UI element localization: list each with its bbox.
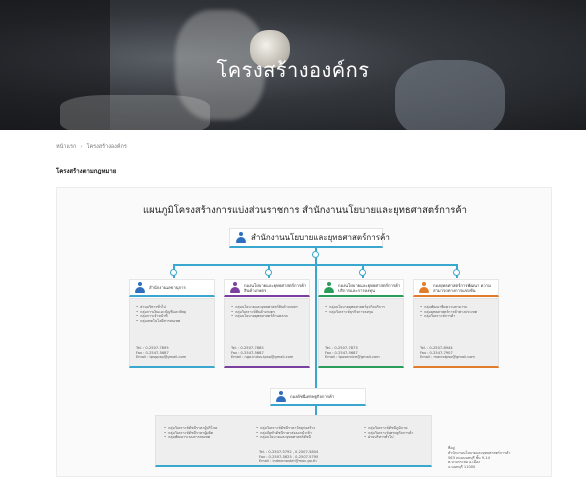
org-unit-list: กลุ่มวิเคราะห์ดัชนีราคาวัสดุก่อสร้าง กลุ… xyxy=(256,426,315,440)
person-icon xyxy=(419,282,429,293)
connector-node xyxy=(312,251,319,258)
breadcrumb-separator: › xyxy=(80,144,83,150)
org-unit-contact: Tel. : 0-2507-5792 , 0-2507-5804 Fax : 0… xyxy=(259,450,318,464)
org-unit-item: กลุ่มนโยบายและยุทธศาสตร์สินค้าเกษตร xyxy=(231,305,309,310)
org-unit-item: กลุ่มเทคโนโลยีสารสนเทศ xyxy=(136,319,214,324)
org-unit-contact: Tel. : 0-2507-7873 Fax : 0-2547-5687 Ema… xyxy=(325,346,380,360)
connector-line xyxy=(173,264,457,266)
email-text: Email : ngo.indus.tpso@gmail.com xyxy=(231,355,294,360)
address-line: จ.นนทบุรี 11000 xyxy=(448,465,476,470)
hero-banner: โครงสร้างองค์กร xyxy=(0,0,586,130)
org-root-label: สำนักงานนโยบายและยุทธศาสตร์การค้า xyxy=(251,233,390,242)
breadcrumb-home-link[interactable]: หน้าแรก xyxy=(56,144,76,150)
org-chart-title: แผนภูมิโครงสร้างการแบ่งส่วนราชการ สำนักง… xyxy=(142,205,468,216)
org-unit-header: กองนโยบายและยุทธศาสตร์การค้า สินค้าเกษตร xyxy=(224,279,310,297)
org-unit-box: กลุ่มวิเคราะห์ดัชนีราคาผู้บริโภค กลุ่มวิ… xyxy=(155,415,432,467)
email-text: Email : tposervice@gmail.com xyxy=(325,355,380,360)
breadcrumb: หน้าแรก › โครงสร้างองค์กร xyxy=(56,143,127,151)
org-unit-item: กลุ่มพัฒนาระบบสารสนเทศ xyxy=(164,435,217,440)
org-unit-name: กองนโยบายและยุทธศาสตร์การค้า สินค้าเกษตร xyxy=(244,282,307,293)
breadcrumb-current: โครงสร้างองค์กร xyxy=(86,144,127,150)
org-unit-name: กองนโยบายและยุทธศาสตร์การค้า บริการและกา… xyxy=(338,282,401,293)
person-icon xyxy=(324,282,334,293)
org-unit-header: กองนโยบายและยุทธศาสตร์การค้า บริการและกา… xyxy=(318,279,404,297)
org-unit-name: สำนักงานเลขานุการ xyxy=(149,285,186,290)
org-chart: แผนภูมิโครงสร้างการแบ่งส่วนราชการ สำนักง… xyxy=(56,187,552,477)
address-note: ที่อยู่ สำนักงานนโยบายและยุทธศาสตร์การค้… xyxy=(448,446,510,470)
org-unit-item: กลุ่มวิเคราะห์ดัชนีภูมิภาค xyxy=(364,426,413,431)
org-unit-box: ส่วนบริหารทั่วไป กลุ่มการเงินและบัญชีและ… xyxy=(129,298,215,368)
connector-node xyxy=(170,269,177,276)
org-unit-header: กองดัชนีเศรษฐกิจการค้า xyxy=(270,388,366,406)
org-unit-header: สำนักงานเลขานุการ xyxy=(129,279,215,297)
address-line: สำนักงานนโยบายและยุทธศาสตร์การค้า xyxy=(448,450,511,455)
person-icon xyxy=(236,232,246,243)
connector-node xyxy=(265,269,272,276)
connector-node xyxy=(359,269,366,276)
email-text: Email : macrotpso@gmail.com xyxy=(420,355,475,360)
org-unit-contact: Tel. : 0-2507-7885 Fax : 0-2547-5687 Ema… xyxy=(231,346,293,360)
section-title: โครงสร้างตามกฎหมาย xyxy=(56,168,117,175)
org-unit-item: กลุ่มวิเคราะห์การค้า xyxy=(420,314,498,319)
org-root-box: สำนักงานนโยบายและยุทธศาสตร์การค้า xyxy=(229,228,390,248)
org-unit-list: กลุ่มวิเคราะห์ดัชนีภูมิภาค กลุ่มวิเคราะห… xyxy=(364,426,413,440)
person-icon xyxy=(135,282,145,293)
org-unit-contact: Tel. : 0-2507-8944 Fax : 0-2547-7907 Ema… xyxy=(420,346,475,360)
org-unit-header: กองยุทธศาสตร์การพัฒนา ความสามารถทางการแข… xyxy=(413,279,499,297)
org-unit-item: กลุ่มวิเคราะห์ดัชนีราคาผู้บริโภค xyxy=(164,426,217,431)
email-text: Email : tpsppsp@gmail.com xyxy=(136,355,187,360)
page-title: โครงสร้างองค์กร xyxy=(216,60,370,82)
connector-node xyxy=(453,269,460,276)
email-text: Email : indexmaster@moc.go.th xyxy=(259,459,317,464)
org-unit-box: กลุ่มพัฒนาขีดความสามารถ กลุ่มยุทธศาสตร์ก… xyxy=(413,298,499,368)
org-unit-item: กลุ่มนโยบายและยุทธศาสตร์ดัชนี xyxy=(256,435,315,440)
hero-figure xyxy=(60,95,210,130)
person-icon xyxy=(276,391,286,402)
person-icon xyxy=(230,282,240,293)
org-unit-item: ฝ่ายบริหารทั่วไป xyxy=(364,435,413,440)
org-unit-item: กลุ่มวิเคราะห์ธุรกิจการลงทุน xyxy=(325,310,403,315)
org-unit-name: กองดัชนีเศรษฐกิจการค้า xyxy=(290,394,335,399)
phone-text: Tel. : 0-2507-5792 , 0-2507-5804 xyxy=(259,450,319,454)
org-unit-name: กองยุทธศาสตร์การพัฒนา ความสามารถทางการแข… xyxy=(433,282,491,293)
org-unit-item: กลุ่มวิเคราะห์ดัชนีราคาวัสดุก่อสร้าง xyxy=(256,426,315,431)
org-unit-item: กลุ่มนโยบายยุทธศาสตร์ด้านตลาด xyxy=(231,314,309,319)
org-unit-contact: Tel. : 0-2507-7895 Fax : 0-2547-5687 Ema… xyxy=(136,346,186,360)
org-unit-box: กลุ่มนโยบายยุทธศาสตร์ธุรกิจบริการ กลุ่มว… xyxy=(318,298,404,368)
org-unit-box: กลุ่มนโยบายและยุทธศาสตร์สินค้าเกษตร กลุ่… xyxy=(224,298,310,368)
org-unit-list: กลุ่มวิเคราะห์ดัชนีราคาผู้บริโภค กลุ่มวิ… xyxy=(164,426,217,440)
